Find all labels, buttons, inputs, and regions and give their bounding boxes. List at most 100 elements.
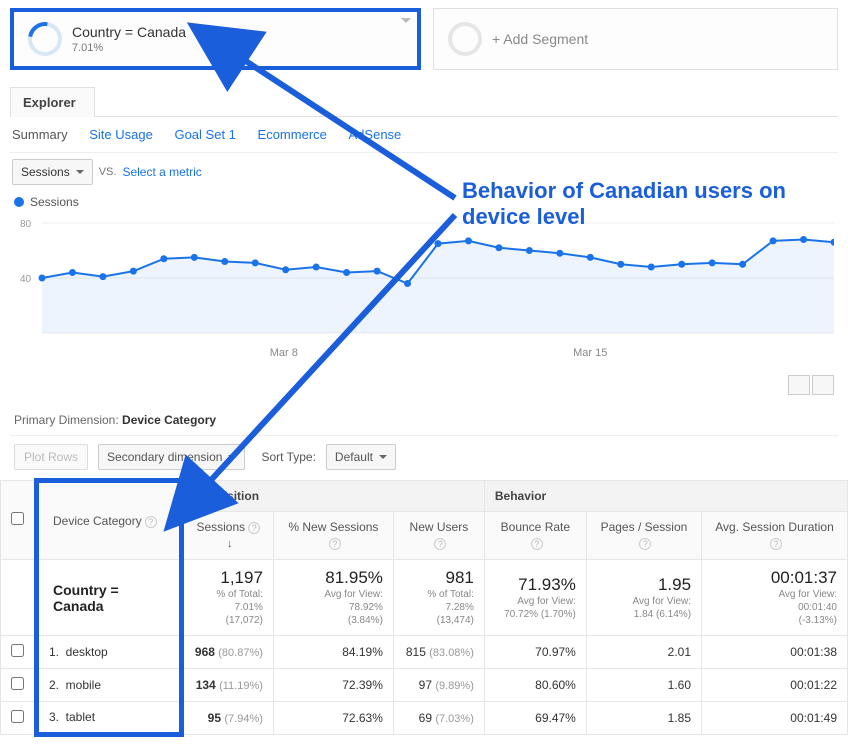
help-icon[interactable]: ? bbox=[531, 538, 543, 550]
cell-sessions: 95 (7.94%) bbox=[181, 702, 273, 735]
segment-add[interactable]: + Add Segment bbox=[433, 8, 838, 70]
col-sessions[interactable]: Sessions?↓ bbox=[181, 512, 273, 560]
col-new-users[interactable]: New Users? bbox=[393, 512, 484, 560]
sort-type-dropdown[interactable]: Default bbox=[326, 444, 396, 470]
cell-pnew: 72.39% bbox=[273, 669, 393, 702]
row-dim[interactable]: 3. tablet bbox=[37, 702, 182, 735]
sort-type-label: Sort Type: bbox=[261, 450, 315, 464]
cell-pps: 1.60 bbox=[586, 669, 701, 702]
row-checkbox[interactable] bbox=[11, 644, 24, 657]
segment-row: Country = Canada 7.01% + Add Segment bbox=[0, 0, 848, 78]
row-checkbox[interactable] bbox=[11, 710, 24, 723]
pager-next[interactable] bbox=[812, 375, 834, 395]
summary-segment-label: Country = Canada bbox=[37, 560, 182, 636]
help-icon[interactable]: ? bbox=[770, 538, 782, 550]
help-icon[interactable]: ? bbox=[248, 522, 260, 534]
segment-empty-icon bbox=[448, 22, 482, 56]
help-icon[interactable]: ? bbox=[639, 538, 651, 550]
y-tick-40: 40 bbox=[20, 274, 32, 285]
subtab-goal-set[interactable]: Goal Set 1 bbox=[174, 127, 235, 142]
secondary-dimension-label: Secondary dimension bbox=[107, 450, 222, 464]
legend-label: Sessions bbox=[30, 195, 79, 209]
sort-desc-icon: ↓ bbox=[227, 537, 233, 551]
segment-pie-icon bbox=[28, 22, 62, 56]
caret-down-icon bbox=[379, 455, 387, 459]
chevron-down-icon[interactable] bbox=[401, 18, 411, 23]
row-dim[interactable]: 1. desktop bbox=[37, 636, 182, 669]
caret-down-icon bbox=[76, 170, 84, 174]
col-pages-per-session[interactable]: Pages / Session? bbox=[586, 512, 701, 560]
table-controls: Plot Rows Secondary dimension Sort Type:… bbox=[0, 438, 848, 478]
cell-newu: 815 (83.08%) bbox=[393, 636, 484, 669]
cell-dur: 00:01:49 bbox=[702, 702, 848, 735]
group-behavior: Behavior bbox=[484, 481, 847, 512]
help-icon[interactable]: ? bbox=[329, 538, 341, 550]
row-checkbox[interactable] bbox=[11, 677, 24, 690]
chart: 80 40 Mar 8 Mar 15 bbox=[0, 213, 848, 369]
segment-subtitle: 7.01% bbox=[72, 42, 186, 54]
metric-dropdown[interactable]: Sessions bbox=[12, 159, 93, 185]
subtab-row: Summary Site Usage Goal Set 1 Ecommerce … bbox=[0, 117, 848, 152]
metric-dropdown-label: Sessions bbox=[21, 165, 70, 179]
summary-row: Country = Canada 1,197% of Total:7.01%(1… bbox=[1, 560, 848, 636]
pager-prev[interactable] bbox=[788, 375, 810, 395]
cell-bounce: 70.97% bbox=[484, 636, 586, 669]
line-chart-svg: 80 40 bbox=[14, 213, 834, 343]
tab-row: Explorer bbox=[10, 86, 838, 117]
subtab-adsense[interactable]: AdSense bbox=[349, 127, 402, 142]
summary-cell: 81.95%Avg for View:78.92%(3.84%) bbox=[273, 560, 393, 636]
summary-cell: 1.95Avg for View:1.84 (6.14%) bbox=[586, 560, 701, 636]
subtab-site-usage[interactable]: Site Usage bbox=[89, 127, 153, 142]
summary-cell: 981% of Total:7.28%(13,474) bbox=[393, 560, 484, 636]
chart-pager bbox=[0, 369, 848, 401]
col-device-category[interactable]: Device Category? bbox=[37, 481, 182, 560]
col-bounce-rate[interactable]: Bounce Rate? bbox=[484, 512, 586, 560]
summary-cell: 71.93%Avg for View:70.72% (1.70%) bbox=[484, 560, 586, 636]
secondary-dimension-dropdown[interactable]: Secondary dimension bbox=[98, 444, 245, 470]
segment-active-text: Country = Canada 7.01% bbox=[72, 24, 186, 54]
tab-explorer[interactable]: Explorer bbox=[10, 87, 95, 117]
subtab-ecommerce[interactable]: Ecommerce bbox=[258, 127, 327, 142]
data-table: Device Category? Acquisition Behavior Se… bbox=[0, 478, 848, 737]
cell-newu: 97 (9.89%) bbox=[393, 669, 484, 702]
chart-legend: Sessions bbox=[0, 187, 848, 213]
cell-pnew: 84.19% bbox=[273, 636, 393, 669]
row-dim[interactable]: 2. mobile bbox=[37, 669, 182, 702]
sort-type-value: Default bbox=[335, 450, 373, 464]
select-metric-link[interactable]: Select a metric bbox=[122, 165, 201, 179]
caret-down-icon bbox=[228, 455, 236, 459]
table-row: 2. mobile134 (11.19%)72.39%97 (9.89%)80.… bbox=[1, 669, 848, 702]
col-pct-new-sessions[interactable]: % New Sessions? bbox=[273, 512, 393, 560]
cell-bounce: 69.47% bbox=[484, 702, 586, 735]
cell-sessions: 968 (80.87%) bbox=[181, 636, 273, 669]
help-icon[interactable]: ? bbox=[434, 538, 446, 550]
metric-controls: Sessions VS. Select a metric bbox=[0, 153, 848, 187]
segment-add-label: + Add Segment bbox=[492, 31, 588, 47]
primary-dimension-value: Device Category bbox=[122, 413, 216, 427]
cell-sessions: 134 (11.19%) bbox=[181, 669, 273, 702]
x-tick-mar8: Mar 8 bbox=[207, 347, 360, 359]
table-row: 3. tablet95 (7.94%)72.63%69 (7.03%)69.47… bbox=[1, 702, 848, 735]
y-tick-80: 80 bbox=[20, 219, 32, 230]
cell-pps: 1.85 bbox=[586, 702, 701, 735]
legend-dot-icon bbox=[14, 197, 24, 207]
summary-cell: 00:01:37Avg for View:00:01:40(-3.13%) bbox=[702, 560, 848, 636]
help-icon[interactable]: ? bbox=[145, 516, 157, 528]
plot-rows-button[interactable]: Plot Rows bbox=[14, 444, 88, 470]
subtab-summary[interactable]: Summary bbox=[12, 127, 68, 142]
segment-active[interactable]: Country = Canada 7.01% bbox=[10, 8, 421, 70]
vs-label: VS. bbox=[99, 166, 117, 178]
cell-newu: 69 (7.03%) bbox=[393, 702, 484, 735]
cell-bounce: 80.60% bbox=[484, 669, 586, 702]
primary-dimension: Primary Dimension: Device Category bbox=[0, 401, 848, 433]
segment-title: Country = Canada bbox=[72, 24, 186, 40]
group-acquisition: Acquisition bbox=[181, 481, 484, 512]
x-tick-mar15: Mar 15 bbox=[514, 347, 667, 359]
x-axis: Mar 8 Mar 15 bbox=[14, 343, 834, 359]
primary-dimension-label: Primary Dimension: bbox=[14, 413, 119, 427]
col-avg-session-duration[interactable]: Avg. Session Duration? bbox=[702, 512, 848, 560]
select-all-checkbox[interactable] bbox=[11, 512, 24, 525]
cell-pps: 2.01 bbox=[586, 636, 701, 669]
cell-dur: 00:01:38 bbox=[702, 636, 848, 669]
cell-pnew: 72.63% bbox=[273, 702, 393, 735]
